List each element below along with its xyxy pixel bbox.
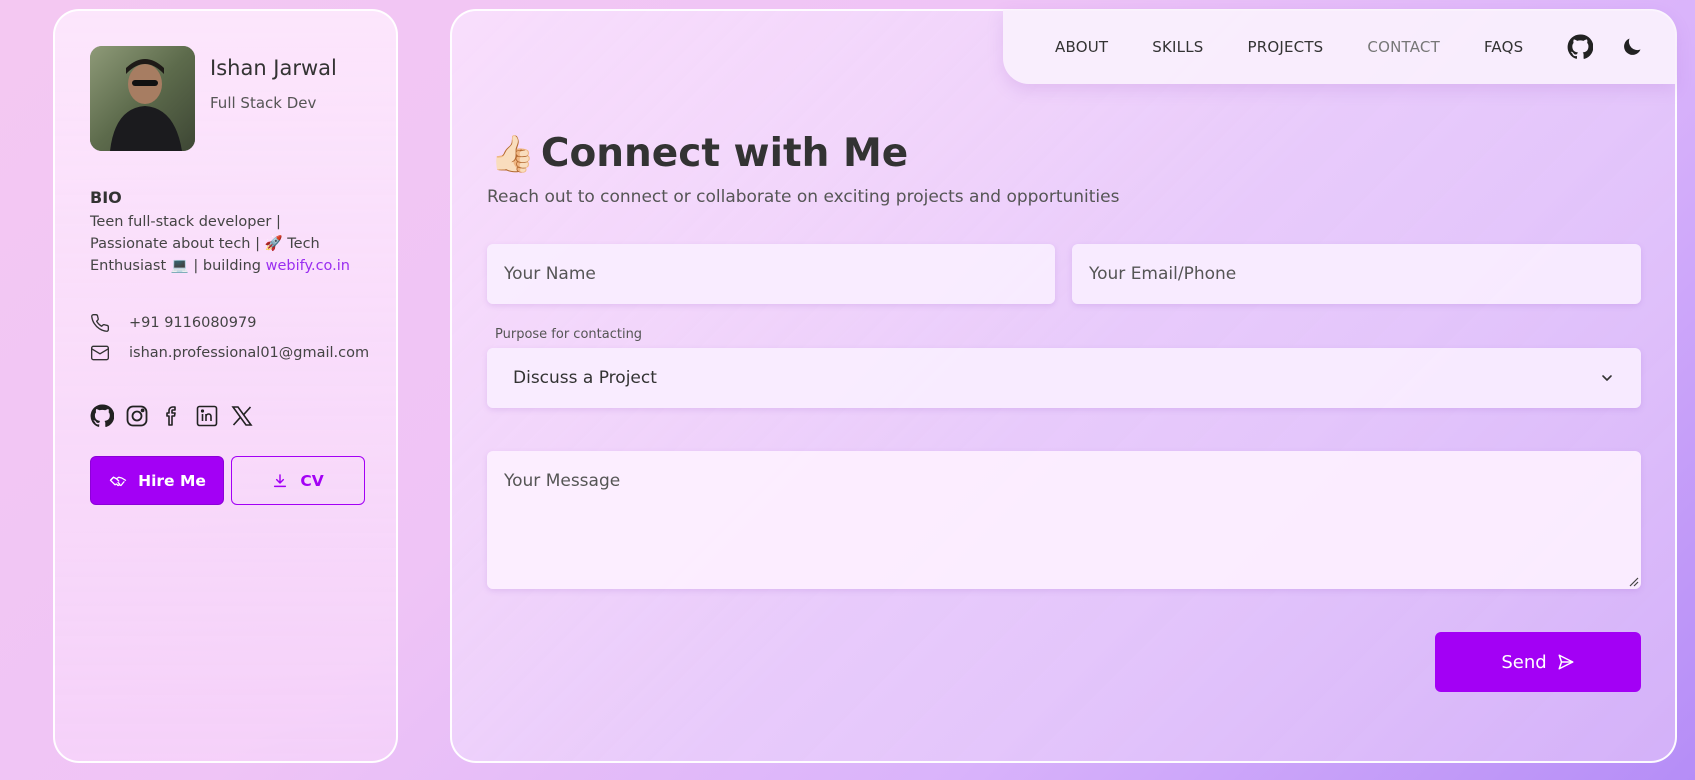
message-textarea[interactable]: Your Message <box>487 451 1641 589</box>
website-link[interactable]: webify.co.in <box>266 258 350 274</box>
bio-line: Teen full-stack developer | <box>90 214 281 230</box>
instagram-icon[interactable] <box>125 404 149 428</box>
handshake-icon <box>109 476 127 486</box>
social-links <box>90 404 254 428</box>
cv-label: CV <box>300 471 324 490</box>
phone-number: +91 9116080979 <box>129 315 257 331</box>
bio-text: Teen full-stack developer | Passionate a… <box>90 211 370 277</box>
bio-heading: BIO <box>90 188 122 207</box>
profile-role: Full Stack Dev <box>210 94 317 112</box>
resize-handle-icon[interactable] <box>1627 575 1639 587</box>
page-title-text: Connect with Me <box>540 131 909 176</box>
hire-me-label: Hire Me <box>138 471 206 490</box>
page-subtitle: Reach out to connect or collaborate on e… <box>487 187 1120 207</box>
x-icon[interactable] <box>230 404 254 428</box>
nav-contact[interactable]: CONTACT <box>1367 38 1440 56</box>
name-input[interactable] <box>487 244 1055 304</box>
phone-icon <box>91 313 110 332</box>
send-button[interactable]: Send <box>1435 632 1641 692</box>
nav-about[interactable]: ABOUT <box>1055 38 1108 56</box>
profile-name: Ishan Jarwal <box>210 56 337 80</box>
email-phone-input[interactable] <box>1072 244 1641 304</box>
purpose-selected-value: Discuss a Project <box>513 368 657 388</box>
page-title: 👍🏻 Connect with Me <box>490 131 908 176</box>
phone-row[interactable]: +91 9116080979 <box>90 313 256 333</box>
email-row[interactable]: ishan.professional01@gmail.com <box>90 343 369 363</box>
send-label: Send <box>1501 651 1547 673</box>
thumbs-up-icon: 👍🏻 <box>490 133 535 175</box>
nav-skills[interactable]: SKILLS <box>1152 38 1203 56</box>
message-placeholder: Your Message <box>504 471 621 491</box>
bio-line-text: Enthusiast 💻 | building <box>90 258 266 274</box>
avatar <box>90 46 195 151</box>
mail-icon <box>91 345 110 361</box>
linkedin-icon[interactable] <box>195 404 219 428</box>
download-cv-button[interactable]: CV <box>231 456 365 505</box>
bio-line: Passionate about tech | 🚀 Tech <box>90 236 320 252</box>
download-icon <box>274 473 287 487</box>
github-icon[interactable] <box>90 404 114 428</box>
purpose-label: Purpose for contacting <box>495 327 643 342</box>
send-icon <box>1558 654 1574 670</box>
chevron-down-icon <box>1602 375 1612 381</box>
top-navbar: ABOUT SKILLS PROJECTS CONTACT FAQS <box>1003 10 1676 84</box>
nav-faqs[interactable]: FAQS <box>1484 38 1523 56</box>
bio-line: Enthusiast 💻 | building webify.co.in <box>90 255 370 277</box>
facebook-icon[interactable] <box>160 404 184 428</box>
moon-icon[interactable] <box>1619 34 1645 60</box>
email-address: ishan.professional01@gmail.com <box>129 345 370 361</box>
hire-me-button[interactable]: Hire Me <box>90 456 224 505</box>
profile-card: Ishan Jarwal Full Stack Dev BIO Teen ful… <box>53 9 398 763</box>
nav-projects[interactable]: PROJECTS <box>1247 38 1323 56</box>
purpose-select[interactable]: Discuss a Project <box>487 348 1641 408</box>
github-icon[interactable] <box>1567 34 1594 60</box>
